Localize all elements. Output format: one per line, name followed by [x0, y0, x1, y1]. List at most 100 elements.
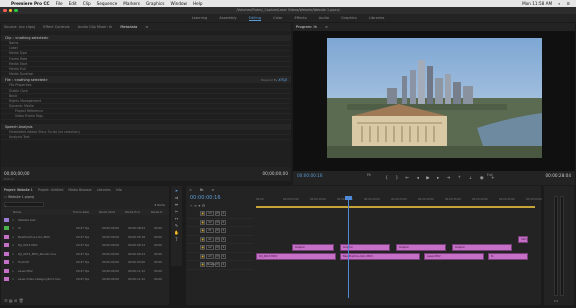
track-header[interactable]: 🔒 A2 M S — [186, 244, 254, 253]
menu-help[interactable]: Help — [193, 1, 203, 6]
solo-icon[interactable]: S — [221, 228, 226, 234]
tab-audio-clip-mixer[interactable]: Audio Clip Mixer: Ih — [78, 25, 113, 29]
workspace-libraries[interactable]: Libraries — [369, 16, 385, 20]
menu-window[interactable]: Window — [170, 1, 187, 6]
track-header[interactable]: 🔒 A3 M S — [186, 253, 254, 261]
add-marker-icon[interactable]: ▾ — [198, 203, 200, 208]
menu-graphics[interactable]: Graphics — [146, 1, 165, 6]
workspace-assembly[interactable]: Assembly — [219, 16, 236, 20]
timeline-clip[interactable]: DJI_0013.MOV — [256, 253, 336, 260]
export-frame-icon[interactable]: ◉ — [480, 176, 484, 181]
mark-in-icon[interactable]: { — [385, 176, 388, 181]
workspace-audio[interactable]: Audio — [319, 16, 329, 20]
tab-info[interactable]: Info — [116, 188, 122, 192]
tab-project-untitled[interactable]: Project: Untitled — [38, 188, 64, 192]
solo-icon[interactable]: S — [221, 253, 226, 259]
mute-icon[interactable]: M — [215, 219, 220, 225]
ripple-edit-tool-icon[interactable]: ⇹ — [174, 202, 179, 207]
solo-icon[interactable]: S — [221, 236, 226, 242]
timeline-timecode[interactable]: 00:00:00:16 — [190, 195, 221, 201]
col-name[interactable]: Name — [1, 210, 73, 214]
lock-icon[interactable]: 🔒 — [200, 219, 205, 225]
menu-sequence[interactable]: Sequence — [97, 1, 118, 6]
mute-icon[interactable]: M — [215, 253, 220, 259]
lock-icon[interactable]: 🔒 — [200, 211, 205, 217]
mark-out-icon[interactable]: } — [395, 176, 398, 181]
project-item-row[interactable]: ▫ DJI_0013_MOV_Render.mov 29.97 fps 00:00:0… — [1, 250, 169, 259]
work-area-bar[interactable] — [256, 206, 535, 208]
menu-edit[interactable]: Edit — [69, 1, 77, 6]
snap-icon[interactable]: ⌁ — [190, 203, 192, 208]
lock-icon[interactable]: 🔒 — [200, 236, 205, 242]
search-icon[interactable]: ⌕ — [558, 1, 560, 6]
menu-markers[interactable]: Markers — [123, 1, 140, 6]
panel-menu-icon[interactable]: ≡ — [145, 25, 148, 29]
source-timecode-out[interactable]: 00;00;00;00 — [262, 171, 288, 176]
playhead[interactable] — [348, 198, 349, 298]
program-timecode[interactable]: 00:00:00:16 — [297, 173, 323, 178]
project-item-row[interactable]: ▫ Hold.Dif 29.97 fps 00:00:00:00 00:00:03:00… — [1, 259, 169, 267]
menu-clip[interactable]: Clip — [83, 1, 91, 6]
lock-icon[interactable]: 🔒 — [200, 262, 205, 268]
playhead-handle[interactable] — [345, 196, 352, 200]
col-frame-rate[interactable]: Frame Rate — [73, 210, 99, 214]
go-to-out-icon[interactable]: ⇥ — [447, 176, 451, 181]
lock-icon[interactable]: 🔒 — [200, 228, 205, 234]
project-item-row[interactable]: ▫ Ih 29.97 fps 00:00:00:00 00:00:28:03 00:00 — [1, 225, 169, 233]
play-icon[interactable]: ▶ — [426, 176, 429, 181]
track-header[interactable]: 🔒 V2 M S — [186, 219, 254, 227]
program-viewer[interactable] — [293, 31, 575, 171]
project-item-row[interactable]: ▫ Website text — [1, 216, 169, 225]
zoom-window-button[interactable] — [14, 8, 18, 13]
new-item-icon[interactable]: ⊞ — [14, 298, 17, 303]
workspace-editing[interactable]: Editing — [248, 16, 262, 21]
workspace-graphics[interactable]: Graphics — [341, 16, 357, 20]
extract-icon[interactable]: ⇣ — [469, 176, 473, 181]
timeline-clip[interactable]: Graphic — [292, 244, 334, 251]
timeline-clip[interactable]: Graphic — [396, 244, 446, 251]
track-header[interactable]: 🔒 Master M S — [186, 261, 254, 270]
timeline-clip[interactable]: BestPractice-Intro.MOV — [340, 253, 420, 260]
slip-tool-icon[interactable]: ↔ — [174, 216, 179, 221]
project-item-row[interactable]: ▫ BestPractice-Intro.MOV 29.97 fps 00:00:00… — [1, 233, 169, 242]
panel-menu-icon[interactable]: ≡ — [211, 188, 214, 192]
timeline-tracks[interactable]: Graphic Graphic Graphic Graphic Intro DJ… — [256, 196, 535, 298]
linked-selection-icon[interactable]: ∞ — [194, 203, 197, 208]
add-button-icon[interactable]: + — [491, 176, 495, 181]
tab-effect-controls[interactable]: Effect Controls — [43, 25, 69, 29]
solo-icon[interactable]: S — [221, 219, 226, 225]
project-item-row[interactable]: ▫ Laser.Video.CategoryProd.mov 29.97 fps 00… — [1, 276, 169, 284]
pen-tool-icon[interactable]: ✎ — [174, 223, 179, 228]
mute-icon[interactable]: M — [215, 211, 220, 217]
col-media-start[interactable]: Media Start — [99, 210, 125, 214]
selection-tool-icon[interactable]: ➤ — [174, 188, 179, 193]
minimize-window-button[interactable] — [8, 8, 13, 13]
menu-app-name[interactable]: Premiere Pro CC — [11, 1, 50, 6]
panel-menu-icon[interactable]: ≡ — [325, 25, 328, 29]
step-back-icon[interactable]: ◂ — [417, 176, 419, 181]
tab-libraries[interactable]: Libraries — [97, 188, 111, 192]
hand-tool-icon[interactable]: ✋ — [174, 230, 179, 235]
source-timecode-in[interactable]: 00;00;00;00 — [4, 171, 30, 176]
razor-tool-icon[interactable]: ✂ — [174, 209, 179, 214]
track-header[interactable]: 🔒 A1 M S — [186, 236, 254, 244]
track-header[interactable]: 🔒 V1 M S — [186, 227, 254, 236]
close-icon[interactable]: × — [189, 188, 192, 192]
list-view-icon[interactable]: ☰ — [4, 298, 8, 303]
lock-icon[interactable]: 🔒 — [200, 245, 205, 251]
wrench-icon[interactable]: ⚙ — [202, 203, 206, 208]
lift-icon[interactable]: ⇡ — [458, 176, 462, 181]
lock-icon[interactable]: 🔒 — [200, 253, 205, 259]
workspace-color[interactable]: Color — [273, 16, 282, 20]
mute-icon[interactable]: M — [215, 262, 220, 268]
mute-icon[interactable]: M — [215, 236, 220, 242]
mute-icon[interactable]: M — [215, 228, 220, 234]
timeline-clip[interactable]: Graphic — [452, 244, 512, 251]
menu-file[interactable]: File — [56, 1, 63, 6]
project-item-row[interactable]: ▫ Laser.MOV 29.97 fps 00:00:00:00 00:00:11:1… — [1, 267, 169, 276]
workspace-learning[interactable]: Learning — [192, 16, 208, 20]
track-header[interactable]: 🔒 V3 M S — [186, 210, 254, 219]
tab-media-browser[interactable]: Media Browser — [68, 188, 92, 192]
icon-view-icon[interactable]: ▦ — [9, 298, 13, 303]
solo-icon[interactable]: S — [221, 211, 226, 217]
